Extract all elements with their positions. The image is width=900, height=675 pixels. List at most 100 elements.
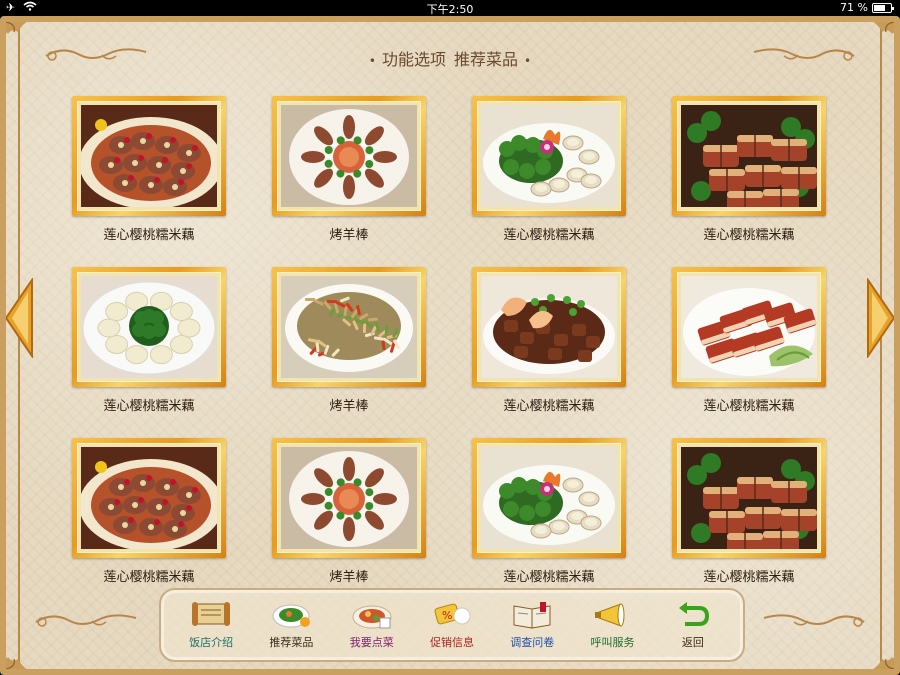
- megaphone-icon[interactable]: [591, 600, 635, 630]
- corner-ornament-icon: [864, 639, 894, 669]
- dish-photo-frame[interactable]: [672, 438, 826, 558]
- dish-photo[interactable]: [81, 105, 217, 207]
- dish-photo-frame[interactable]: [272, 267, 426, 387]
- breadcrumb-section: 功能选项: [381, 50, 446, 69]
- dish-photo-mat: [77, 272, 221, 382]
- dish-photo[interactable]: [281, 276, 417, 378]
- dish-card[interactable]: 莲心樱桃糯米藕: [672, 96, 826, 243]
- toolbar-item-label: 我要点菜: [349, 636, 394, 649]
- breadcrumb-current: 推荐菜品: [454, 50, 519, 69]
- promo-icon[interactable]: %: [430, 600, 474, 630]
- dish-card[interactable]: 莲心樱桃糯米藕: [472, 267, 626, 414]
- dish-name: 莲心樱桃糯米藕: [503, 570, 595, 585]
- toolbar-item-promo[interactable]: % 促销信息: [416, 600, 488, 650]
- toolbar-item-book[interactable]: 调查问卷: [496, 600, 568, 650]
- dish-name: 莲心樱桃糯米藕: [103, 570, 195, 585]
- dish-card[interactable]: 烤羊棒: [272, 438, 426, 585]
- dish-name: 莲心樱桃糯米藕: [103, 399, 195, 414]
- dish-photo[interactable]: [481, 447, 617, 549]
- toolbar-item-back[interactable]: 返回: [657, 600, 729, 650]
- toolbar-item-scroll[interactable]: 饭店介绍: [175, 600, 247, 650]
- previous-page-arrow-icon[interactable]: [6, 276, 34, 360]
- dish-card[interactable]: 烤羊棒: [272, 96, 426, 243]
- toolbar-item-megaphone[interactable]: 呼叫服务: [577, 600, 649, 650]
- dish-card[interactable]: 莲心樱桃糯米藕: [72, 96, 226, 243]
- dish-photo-frame[interactable]: [272, 96, 426, 216]
- flourish-icon: [758, 610, 868, 632]
- dish-photo-mat: [477, 101, 621, 211]
- dish-photo-mat: [277, 101, 421, 211]
- toolbar-item-label: 返回: [681, 636, 704, 649]
- title-dot: •: [368, 53, 376, 68]
- title-dot: •: [524, 53, 532, 68]
- dish-photo-frame[interactable]: [472, 267, 626, 387]
- dish-photo[interactable]: [81, 276, 217, 378]
- toolbar-item-label: 调查问卷: [510, 636, 555, 649]
- dish-photo[interactable]: [681, 276, 817, 378]
- dish-photo-mat: [677, 272, 821, 382]
- flourish-icon: [32, 610, 142, 632]
- svg-text:%: %: [442, 609, 452, 622]
- dish-photo-mat: [77, 101, 221, 211]
- dish-card[interactable]: 莲心樱桃糯米藕: [472, 96, 626, 243]
- dish-card[interactable]: 莲心樱桃糯米藕: [472, 438, 626, 585]
- dish-photo[interactable]: [81, 447, 217, 549]
- page-title: • 功能选项 推荐菜品 •: [6, 46, 894, 70]
- dish-photo-frame[interactable]: [472, 438, 626, 558]
- dish-photo-mat: [277, 443, 421, 553]
- dish-photo-mat: [477, 443, 621, 553]
- dish-card[interactable]: 莲心樱桃糯米藕: [672, 267, 826, 414]
- dish-name: 莲心樱桃糯米藕: [703, 228, 795, 243]
- dish-card[interactable]: 莲心樱桃糯米藕: [72, 267, 226, 414]
- dish-photo-frame[interactable]: [672, 267, 826, 387]
- dish-photo-mat: [677, 443, 821, 553]
- dish-photo[interactable]: [681, 105, 817, 207]
- dish-photo-frame[interactable]: [472, 96, 626, 216]
- dish-photo-frame[interactable]: [72, 96, 226, 216]
- status-bar: ✈ 下午2:50 71 %: [0, 0, 900, 16]
- bottom-toolbar: 饭店介绍 推荐菜品 我要点菜% 促销信息 调查问卷 呼叫服务 返回: [159, 588, 745, 662]
- toolbar-item-order[interactable]: 我要点菜: [336, 600, 408, 650]
- dish-photo-frame[interactable]: [672, 96, 826, 216]
- dish-name: 莲心樱桃糯米藕: [703, 570, 795, 585]
- dish-photo-frame[interactable]: [72, 438, 226, 558]
- toolbar-item-label: 促销信息: [429, 636, 474, 649]
- dish-photo[interactable]: [281, 105, 417, 207]
- dish-name: 莲心樱桃糯米藕: [503, 399, 595, 414]
- dish-photo[interactable]: [281, 447, 417, 549]
- dish-photo[interactable]: [681, 447, 817, 549]
- toolbar-item-dish[interactable]: 推荐菜品: [255, 600, 327, 650]
- dish-photo[interactable]: [481, 276, 617, 378]
- app-window: • 功能选项 推荐菜品 • 莲心樱桃糯米藕 烤羊棒 莲心樱桃糯米藕 莲心樱桃糯米藕: [0, 16, 900, 675]
- dish-photo-mat: [477, 272, 621, 382]
- dish-name: 莲心樱桃糯米藕: [103, 228, 195, 243]
- dish-name: 莲心樱桃糯米藕: [703, 399, 795, 414]
- status-right: 71 %: [840, 1, 894, 14]
- dish-photo-mat: [277, 272, 421, 382]
- dish-card[interactable]: 莲心樱桃糯米藕: [72, 438, 226, 585]
- toolbar-item-label: 呼叫服务: [590, 636, 635, 649]
- dish-photo-frame[interactable]: [72, 267, 226, 387]
- dish-name: 烤羊棒: [329, 228, 369, 243]
- back-icon[interactable]: [671, 600, 715, 630]
- dish-icon[interactable]: [269, 600, 313, 630]
- dish-card[interactable]: 莲心樱桃糯米藕: [672, 438, 826, 585]
- scroll-icon[interactable]: [189, 600, 233, 630]
- battery-fill: [874, 4, 886, 11]
- next-page-arrow-icon[interactable]: [866, 276, 894, 360]
- corner-ornament-icon: [6, 639, 36, 669]
- dish-photo[interactable]: [481, 105, 617, 207]
- dish-grid: 莲心樱桃糯米藕 烤羊棒 莲心樱桃糯米藕 莲心樱桃糯米藕 莲心樱桃糯米藕 烤羊棒 …: [72, 96, 834, 585]
- toolbar-item-label: 饭店介绍: [189, 636, 234, 649]
- order-icon[interactable]: [350, 600, 394, 630]
- toolbar-item-label: 推荐菜品: [269, 636, 314, 649]
- dish-photo-mat: [77, 443, 221, 553]
- dish-name: 烤羊棒: [329, 570, 369, 585]
- dish-card[interactable]: 烤羊棒: [272, 267, 426, 414]
- status-time: 下午2:50: [426, 3, 474, 16]
- dish-photo-frame[interactable]: [272, 438, 426, 558]
- dish-name: 莲心樱桃糯米藕: [503, 228, 595, 243]
- dish-name: 烤羊棒: [329, 399, 369, 414]
- battery-text: 71 %: [840, 1, 868, 14]
- book-icon[interactable]: [510, 600, 554, 630]
